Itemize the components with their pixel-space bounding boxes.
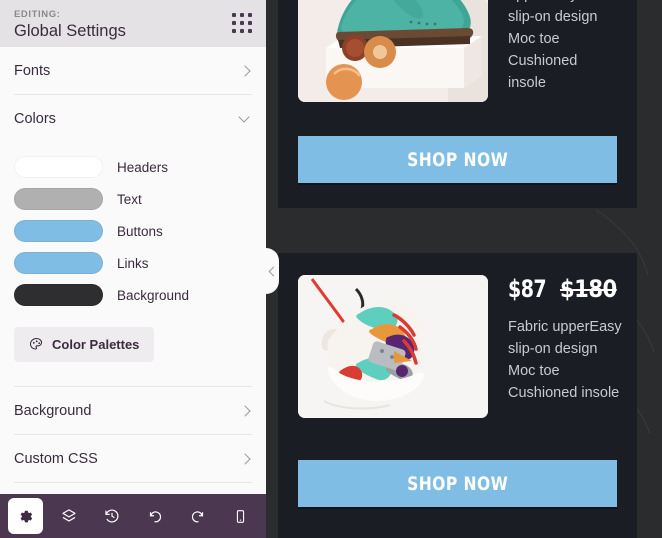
history-clock-icon: [103, 507, 121, 525]
chevron-right-icon: [238, 452, 252, 466]
price-current: $87: [508, 275, 547, 303]
color-swatch-links[interactable]: Links: [14, 252, 252, 274]
sidebar-item-background[interactable]: Background: [14, 386, 252, 435]
product-feature: Fabric upperEasy: [508, 319, 622, 335]
product-card: $87 $180 Fabric upperEasy slip-on design…: [278, 253, 637, 538]
color-palettes-label: Color Palettes: [52, 337, 140, 352]
layers-icon: [60, 507, 78, 525]
product-feature: slip-on design: [508, 9, 598, 25]
sidebar-item-label: Colors: [14, 111, 56, 127]
swatch-color[interactable]: [14, 252, 103, 274]
product-info: Fabric upperEasy slip-on design Moc toe …: [508, 0, 617, 102]
sidebar-header: EDITING: Global Settings: [0, 0, 266, 47]
undo-button[interactable]: [137, 498, 172, 534]
sidebar-item-custom-css[interactable]: Custom CSS: [14, 435, 252, 483]
product-card-inner: $87 $180 Fabric upperEasy slip-on design…: [278, 253, 637, 418]
sidebar-header-texts: EDITING: Global Settings: [14, 9, 126, 41]
product-feature: slip-on design: [508, 341, 598, 357]
chevron-right-icon: [238, 404, 252, 418]
sidebar-item-label: Fonts: [14, 63, 51, 79]
gear-icon: [17, 508, 34, 525]
product-feature: Moc toe: [508, 31, 560, 47]
product-card-inner: Fabric upperEasy slip-on design Moc toe …: [278, 0, 637, 102]
color-swatch-background[interactable]: Background: [14, 284, 252, 306]
global-settings-sidebar: EDITING: Global Settings Fonts Colors He…: [0, 0, 266, 538]
preview-canvas: Fabric upperEasy slip-on design Moc toe …: [266, 0, 662, 538]
app-root: EDITING: Global Settings Fonts Colors He…: [0, 0, 662, 538]
color-swatch-text[interactable]: Text: [14, 188, 252, 210]
sidebar-item-fonts[interactable]: Fonts: [14, 47, 252, 95]
price-original: $180: [560, 275, 617, 303]
swatch-label: Headers: [117, 159, 169, 175]
settings-button[interactable]: [8, 498, 43, 534]
drag-dots-icon[interactable]: [232, 13, 252, 33]
swatch-label: Buttons: [117, 223, 163, 239]
product-feature: Moc toe: [508, 363, 560, 379]
color-swatch-headers[interactable]: Headers: [14, 156, 252, 178]
swatch-color[interactable]: [14, 220, 103, 242]
mobile-device-icon: [232, 508, 249, 525]
page-title: Global Settings: [14, 22, 126, 40]
shop-now-label: SHOP NOW: [406, 472, 509, 495]
swatch-label: Links: [117, 255, 149, 271]
product-price: $87 $180: [508, 275, 625, 303]
swatch-color[interactable]: [14, 284, 103, 306]
sidebar-body: Fonts Colors Headers Text Buttons Links …: [0, 47, 266, 494]
redo-button[interactable]: [180, 498, 215, 534]
sidebar-item-colors[interactable]: Colors: [14, 95, 252, 142]
colors-panel: Headers Text Buttons Links Background Co…: [14, 142, 252, 386]
editing-label: EDITING:: [14, 9, 61, 20]
layers-button[interactable]: [51, 498, 86, 534]
shop-now-button[interactable]: SHOP NOW: [298, 136, 617, 183]
color-swatch-buttons[interactable]: Buttons: [14, 220, 252, 242]
product-info: $87 $180 Fabric upperEasy slip-on design…: [508, 275, 625, 418]
product-image: [298, 275, 488, 418]
shop-now-label: SHOP NOW: [406, 148, 509, 171]
redo-arrow-icon: [189, 507, 207, 525]
swatch-label: Background: [117, 287, 190, 303]
product-feature: Cushioned insole: [508, 385, 620, 401]
product-image: [298, 0, 488, 102]
color-palettes-button[interactable]: Color Palettes: [14, 327, 155, 362]
bottom-toolbar: [0, 494, 266, 538]
product-card: Fabric upperEasy slip-on design Moc toe …: [278, 0, 637, 208]
chevron-down-icon: [238, 112, 252, 126]
chevron-right-icon: [238, 64, 252, 78]
product-feature: Cushioned insole: [508, 53, 578, 91]
device-preview-button[interactable]: [223, 498, 258, 534]
revisions-button[interactable]: [94, 498, 129, 534]
swatch-color[interactable]: [14, 188, 103, 210]
shop-now-button[interactable]: SHOP NOW: [298, 460, 617, 507]
sidebar-item-label: Background: [14, 403, 92, 419]
swatch-color[interactable]: [14, 156, 103, 178]
palette-icon: [29, 337, 44, 352]
sidebar-collapse-handle[interactable]: [266, 248, 279, 294]
sidebar-item-label: Custom CSS: [14, 451, 98, 467]
undo-arrow-icon: [146, 507, 164, 525]
swatch-label: Text: [117, 191, 142, 207]
